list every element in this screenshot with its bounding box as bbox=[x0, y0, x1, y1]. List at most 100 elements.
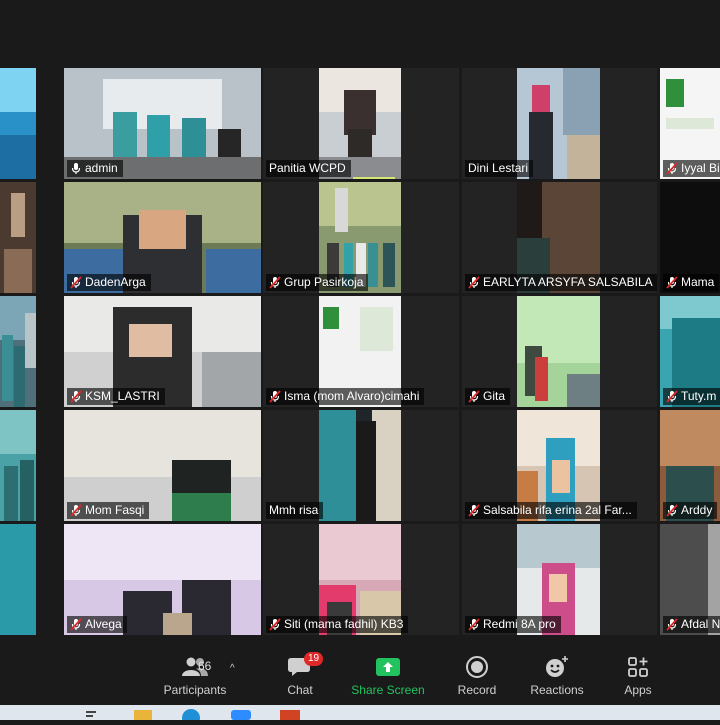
video-shape bbox=[14, 345, 26, 407]
video-shape bbox=[372, 410, 401, 521]
participant-nameplate: DadenArga bbox=[67, 274, 151, 291]
mic-muted-icon bbox=[666, 618, 678, 631]
mic-muted-icon bbox=[70, 618, 82, 631]
video-shape bbox=[3, 465, 18, 521]
chat-button[interactable]: 19 Chat bbox=[257, 652, 343, 700]
speaking-indicator bbox=[353, 177, 395, 179]
participant-tile[interactable]: Siti (mama fadhil) KB3 bbox=[263, 524, 459, 635]
participant-tile[interactable]: Mmh risa bbox=[263, 410, 459, 521]
taskbar-powerpoint-icon[interactable] bbox=[279, 707, 301, 720]
participant-tile[interactable]: Salsabila rifa erina 2al Far... bbox=[462, 410, 657, 521]
mic-muted-icon bbox=[269, 390, 281, 403]
participant-nameplate: Arddy bbox=[663, 502, 718, 519]
participant-tile[interactable]: KSM_LASTRI bbox=[64, 296, 261, 407]
reactions-button[interactable]: Reactions bbox=[514, 654, 600, 700]
participants-caret-icon[interactable]: ^ bbox=[230, 663, 235, 674]
participant-tile[interactable]: admin bbox=[64, 68, 261, 179]
os-taskbar bbox=[0, 705, 720, 725]
participant-tile[interactable] bbox=[0, 296, 36, 407]
participant-nameplate: Isma (mom Alvaro)cimahi bbox=[266, 388, 425, 405]
participant-tile[interactable]: Gita bbox=[462, 296, 657, 407]
participant-nameplate: Iyyal Bi bbox=[663, 160, 720, 177]
video-shape bbox=[172, 493, 232, 521]
participant-tile[interactable] bbox=[0, 182, 36, 293]
video-shape bbox=[535, 357, 548, 402]
participant-nameplate: admin bbox=[67, 160, 123, 177]
top-bar bbox=[0, 0, 720, 64]
participant-name: Isma (mom Alvaro)cimahi bbox=[284, 389, 420, 403]
participant-tile[interactable]: Mama bbox=[660, 182, 720, 293]
participant-name: Mama bbox=[681, 275, 715, 289]
video-shape bbox=[1, 334, 13, 402]
mic-muted-icon bbox=[666, 504, 678, 517]
participant-tile[interactable]: Dini Lestari bbox=[462, 68, 657, 179]
mic-muted-icon bbox=[269, 618, 281, 631]
participant-tile[interactable]: Grup Pasirkoja bbox=[263, 182, 459, 293]
video-shape bbox=[201, 351, 261, 407]
apps-button[interactable]: Apps bbox=[595, 654, 681, 700]
participant-nameplate: EARLYTA ARSYFA SALSABILA bbox=[465, 274, 657, 291]
participant-nameplate: Panitia WCPD bbox=[266, 160, 351, 177]
participant-tile[interactable]: Arddy bbox=[660, 410, 720, 521]
video-shape bbox=[3, 248, 33, 293]
participant-nameplate: Grup Pasirkoja bbox=[266, 274, 369, 291]
video-shape bbox=[335, 187, 348, 232]
meeting-toolbar: 66 ^ Participants 19 Chat Share Screen R… bbox=[0, 638, 720, 705]
share-screen-label: Share Screen bbox=[351, 683, 425, 697]
participant-video bbox=[0, 296, 36, 407]
video-shape bbox=[129, 323, 173, 358]
video-shape bbox=[64, 410, 261, 477]
video-shape bbox=[666, 117, 714, 130]
participant-name: Redmi 8A pro bbox=[483, 617, 556, 631]
participant-tile[interactable]: Alvega bbox=[64, 524, 261, 635]
share-screen-button[interactable]: Share Screen bbox=[345, 654, 431, 700]
mic-muted-icon bbox=[70, 390, 82, 403]
taskbar-zoom-icon[interactable] bbox=[230, 707, 252, 720]
participant-name: Siti (mama fadhil) KB3 bbox=[284, 617, 404, 631]
participant-tile[interactable]: Iyyal Bi bbox=[660, 68, 720, 179]
participant-video bbox=[517, 296, 600, 407]
participant-name: KSM_LASTRI bbox=[85, 389, 160, 403]
participant-tile[interactable]: Tuty.m bbox=[660, 296, 720, 407]
video-shape bbox=[666, 79, 684, 107]
video-shape bbox=[319, 182, 401, 227]
participant-name: Mom Fasqi bbox=[85, 503, 145, 517]
participant-tile[interactable]: Afdal N bbox=[660, 524, 720, 635]
participant-nameplate: Mom Fasqi bbox=[67, 502, 150, 519]
video-shape bbox=[319, 524, 401, 580]
video-shape bbox=[0, 68, 36, 113]
video-shape bbox=[517, 524, 600, 569]
chat-icon bbox=[257, 654, 343, 680]
participant-tile[interactable] bbox=[0, 410, 36, 521]
participant-tile[interactable]: Panitia WCPD bbox=[263, 68, 459, 179]
taskbar-folder-icon[interactable] bbox=[133, 707, 153, 720]
record-button[interactable]: Record bbox=[434, 654, 520, 700]
participant-tile[interactable] bbox=[0, 68, 36, 179]
participants-button[interactable]: 66 ^ Participants bbox=[152, 654, 238, 700]
participant-nameplate: Gita bbox=[465, 388, 511, 405]
participant-tile[interactable]: Mom Fasqi bbox=[64, 410, 261, 521]
participant-tile[interactable]: Isma (mom Alvaro)cimahi bbox=[263, 296, 459, 407]
participant-name: EARLYTA ARSYFA SALSABILA bbox=[483, 275, 653, 289]
video-shape bbox=[355, 421, 377, 521]
video-shape bbox=[10, 193, 26, 238]
participant-tile[interactable] bbox=[0, 524, 36, 635]
participant-tile[interactable]: EARLYTA ARSYFA SALSABILA bbox=[462, 182, 657, 293]
participant-nameplate: KSM_LASTRI bbox=[67, 388, 165, 405]
participant-name: Arddy bbox=[681, 503, 713, 517]
participant-nameplate: Redmi 8A pro bbox=[465, 616, 561, 633]
taskbar-browser-icon[interactable] bbox=[181, 707, 201, 725]
video-shape bbox=[323, 307, 340, 330]
participant-nameplate: Mama bbox=[663, 274, 720, 291]
mic-muted-icon bbox=[70, 504, 82, 517]
reactions-label: Reactions bbox=[530, 683, 584, 697]
participant-video bbox=[0, 68, 36, 179]
participant-tile[interactable]: DadenArga bbox=[64, 182, 261, 293]
mic-icon bbox=[70, 162, 82, 175]
participant-tile[interactable]: Redmi 8A pro bbox=[462, 524, 657, 635]
video-shape bbox=[660, 410, 720, 466]
taskbar-search-icon[interactable] bbox=[84, 707, 98, 720]
participant-nameplate: Siti (mama fadhil) KB3 bbox=[266, 616, 409, 633]
participant-name: Alvega bbox=[85, 617, 122, 631]
chat-unread-badge: 19 bbox=[304, 652, 324, 666]
